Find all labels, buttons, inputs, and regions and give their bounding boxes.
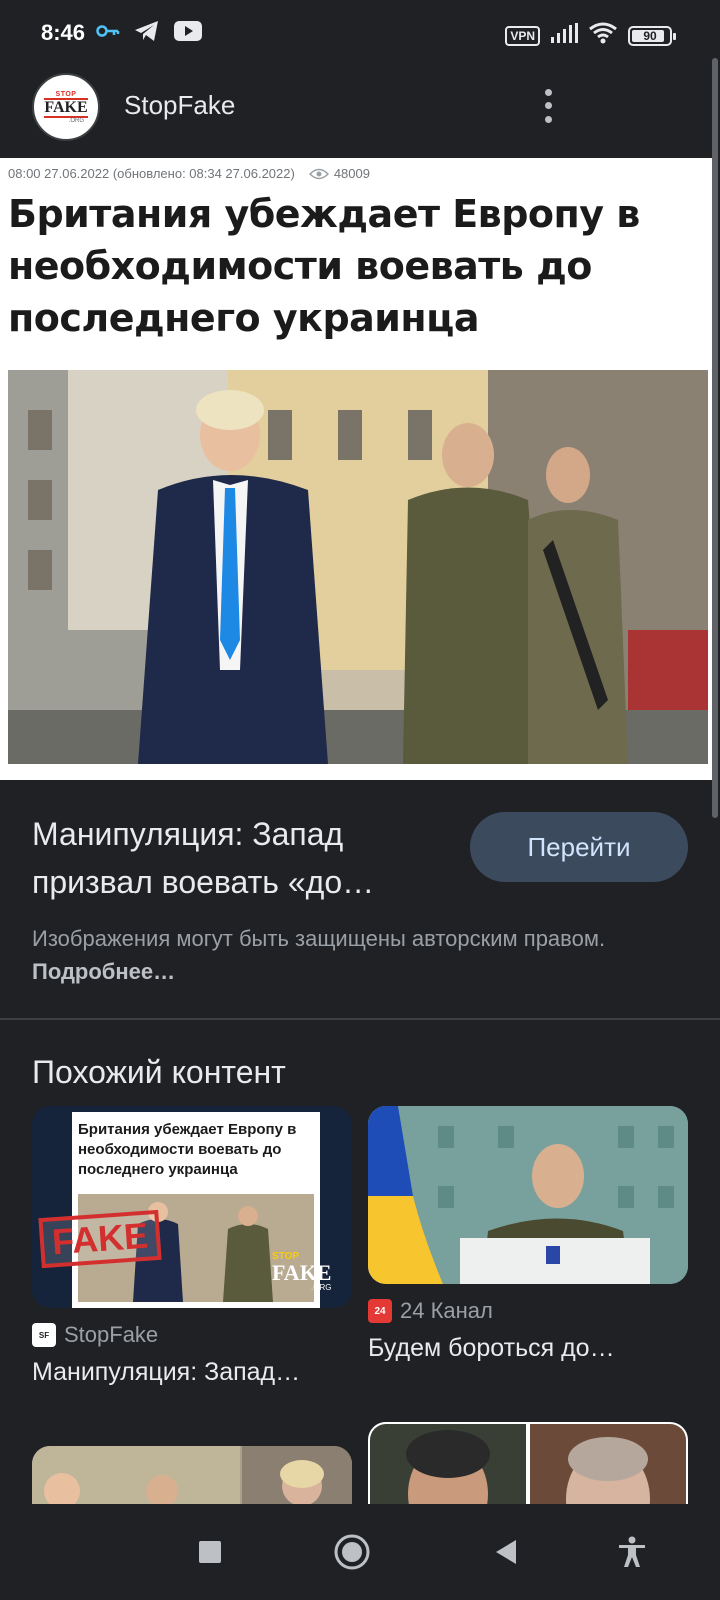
copyright-notice: Изображения могут быть защищены авторски… — [32, 922, 652, 988]
divider — [0, 1018, 720, 1020]
stopfake-source-icon: SF — [32, 1323, 56, 1347]
scrollbar[interactable] — [712, 58, 718, 818]
visit-button[interactable]: Перейти — [470, 812, 688, 882]
status-time: 8:46 — [41, 20, 86, 45]
telegram-icon — [134, 20, 160, 47]
signal-icon — [550, 23, 578, 48]
stopfake-logo: STOP FAKE .ORG — [272, 1251, 332, 1292]
app-bar: STOP FAKE .ORG StopFake — [0, 58, 720, 158]
source-name: StopFake — [64, 1322, 159, 1347]
card-source: 24 24 Канал — [368, 1298, 688, 1324]
similar-card[interactable] — [32, 1446, 352, 1504]
square-icon — [199, 1541, 221, 1563]
youtube-icon — [174, 21, 202, 46]
system-icons: VPN 90 — [505, 22, 676, 49]
article-preview[interactable]: 08:00 27.06.2022 (обновлено: 08:34 27.06… — [0, 158, 712, 780]
result-title[interactable]: Манипуляция: Запад призвал воевать «до… — [32, 810, 442, 906]
card-title: Манипуляция: Запад… — [32, 1358, 301, 1386]
back-button[interactable] — [486, 1532, 526, 1572]
circle-icon — [334, 1534, 370, 1570]
card-title: Будем бороться до… — [368, 1334, 615, 1362]
battery-level: 90 — [643, 28, 657, 43]
back-triangle-icon — [496, 1540, 516, 1564]
eye-icon — [308, 168, 329, 179]
card-thumbnail — [368, 1422, 688, 1504]
channel24-source-icon: 24 — [368, 1299, 392, 1323]
accessibility-button[interactable] — [612, 1532, 652, 1572]
fake-stamp: FAKE — [38, 1209, 162, 1269]
views-count: 48009 — [308, 166, 370, 181]
recents-button[interactable] — [190, 1532, 230, 1572]
similar-card[interactable]: 24 24 Канал Будем бороться до… — [368, 1106, 688, 1363]
card-source: SF StopFake — [32, 1322, 352, 1348]
similar-card[interactable] — [368, 1422, 688, 1504]
article-photo — [8, 370, 708, 764]
battery-icon: 90 — [628, 25, 676, 46]
site-logo[interactable]: STOP FAKE .ORG — [32, 73, 100, 141]
key-icon — [96, 23, 120, 44]
source-name: 24 Канал — [400, 1298, 493, 1323]
accessibility-icon — [619, 1536, 645, 1567]
card-thumbnail — [32, 1446, 352, 1504]
navigation-bar — [0, 1504, 720, 1600]
home-button[interactable] — [332, 1532, 372, 1572]
more-options-icon[interactable] — [536, 86, 560, 126]
card-thumbnail: Британия убеждает Европу в необходимости… — [32, 1106, 352, 1308]
article-headline: Британия убеждает Европу в необходимости… — [8, 192, 640, 340]
thumb-headline: Британия убеждает Европу в необходимости… — [78, 1121, 297, 1178]
status-bar: 8:46 VPN 90 — [0, 0, 720, 64]
site-title: StopFake — [124, 90, 236, 120]
similar-card[interactable]: Британия убеждает Европу в необходимости… — [32, 1106, 352, 1387]
wifi-icon — [588, 22, 618, 49]
article-date: 08:00 27.06.2022 (обновлено: 08:34 27.06… — [8, 166, 295, 181]
notification-icons — [96, 20, 202, 47]
views-number: 48009 — [333, 166, 370, 181]
learn-more-link[interactable]: Подробнее… — [32, 959, 175, 984]
copyright-text: Изображения могут быть защищены авторски… — [32, 926, 606, 951]
card-thumbnail — [368, 1106, 688, 1284]
article-meta: 08:00 27.06.2022 (обновлено: 08:34 27.06… — [8, 166, 370, 181]
similar-heading: Похожий контент — [32, 1054, 286, 1090]
vpn-icon: VPN — [505, 25, 540, 46]
